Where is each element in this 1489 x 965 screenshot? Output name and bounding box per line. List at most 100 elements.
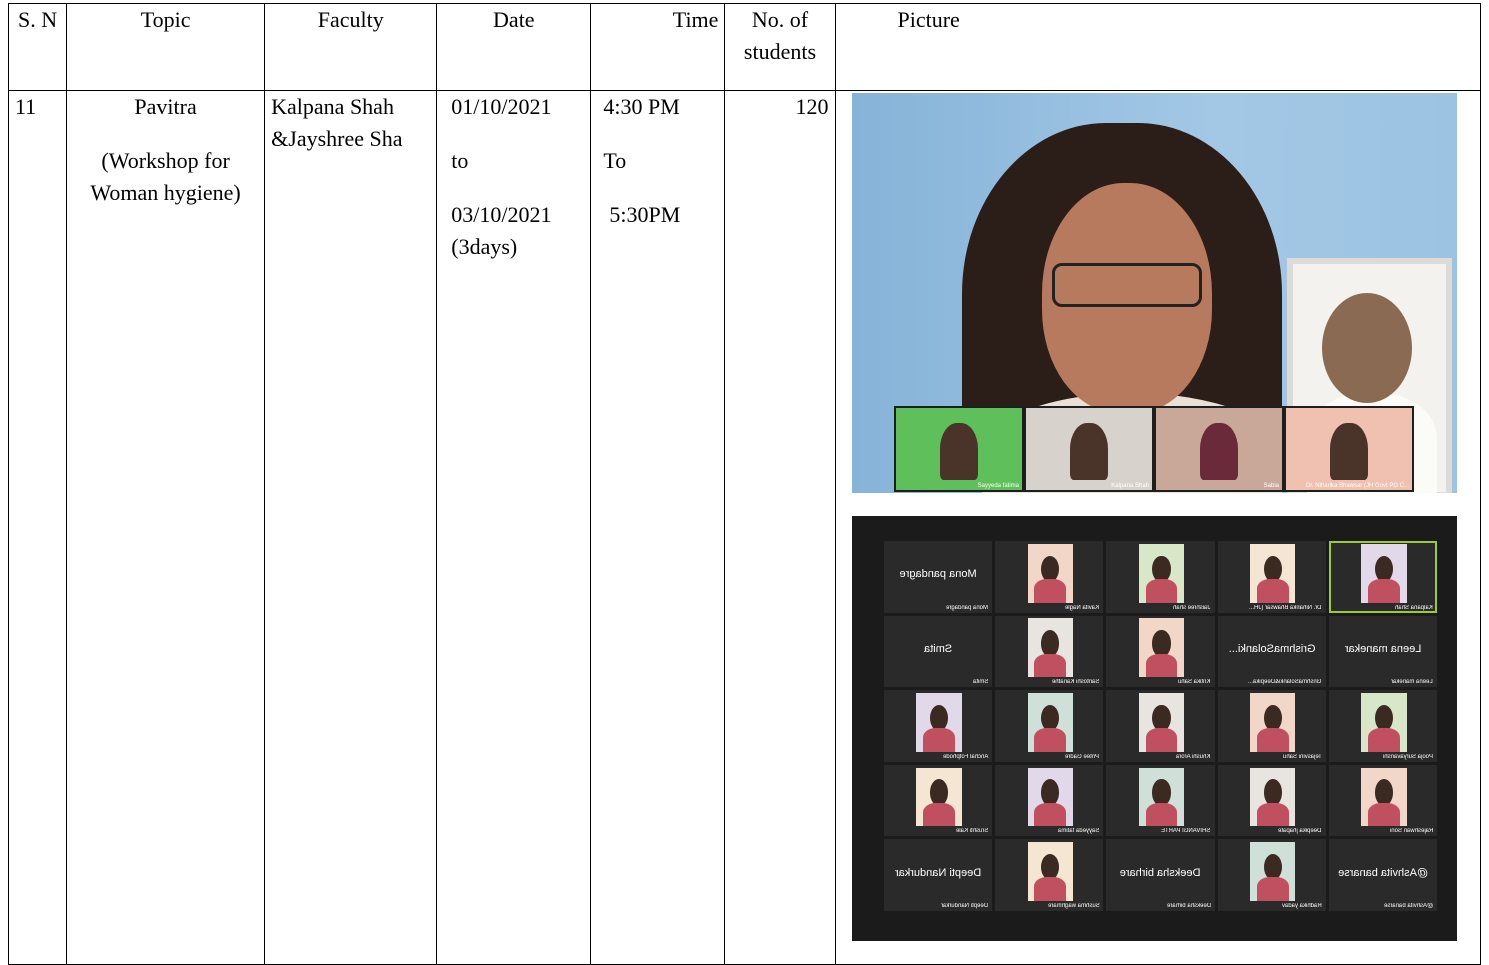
participant-head — [1374, 779, 1394, 806]
participant-video — [1027, 618, 1074, 678]
gallery-cell: Tejasvini Sahu — [1217, 690, 1326, 762]
participant-head — [1041, 779, 1060, 806]
participant-head — [1263, 779, 1282, 806]
gallery-cell: Kritika Sahu — [1106, 615, 1215, 688]
strip-tile-name: Dr. Niharika Bhawsar (JH Govt PG C... — [1305, 483, 1409, 489]
gallery-cell: Pritee Gadre — [995, 690, 1104, 762]
gallery-cell-name: Santoshi Kanathe — [1052, 679, 1100, 686]
gallery-cell-name: Khushi Arora — [1176, 753, 1211, 760]
strip-tile: Sabia — [1156, 408, 1282, 490]
gallery-cell: Sayyeda fatima — [995, 764, 1104, 837]
gallery-cell-name: Srushti Kale — [955, 828, 989, 835]
participant-body — [1034, 653, 1067, 678]
cell-sn: 11 — [7, 90, 68, 965]
gallery-cell-name: Kritika Sahu — [1178, 679, 1211, 686]
gallery-cell-name: Pritee Gadre — [1065, 753, 1100, 760]
participant-video — [1027, 842, 1074, 901]
participant-head — [1263, 853, 1282, 881]
participant-head — [1152, 630, 1171, 657]
participant-head — [1041, 853, 1060, 881]
gallery-cell: SHIVANGI PARTE — [1106, 764, 1215, 837]
workshop-photo-presenter: Sayyeda fatima Kalpana Shah Sabia Dr. Ni… — [852, 93, 1457, 493]
gallery-cell: Jaishree shah — [1106, 541, 1215, 613]
time-to: 5:30PM — [609, 202, 681, 227]
header-date: Date — [436, 3, 592, 91]
participant-head — [1041, 704, 1060, 732]
participant-body — [1034, 802, 1067, 827]
gallery-cell-display-name: Smita — [924, 642, 953, 655]
gallery-cell: Rajeshwari Soni — [1328, 764, 1437, 837]
gallery-grid: Mona pandagre Mona pandagre Kavita Nagle Ja… — [884, 541, 1437, 911]
cell-faculty: Kalpana Shah &Jayshree Sha — [264, 90, 438, 965]
gallery-cell-display-name: Leena manekar — [1344, 642, 1422, 655]
gallery-cell-name: Pooja Suryavanshi — [1382, 753, 1433, 760]
participant-video — [1250, 842, 1296, 901]
participant-body — [1034, 579, 1067, 603]
time-from: 4:30 PM — [603, 94, 680, 119]
gallery-cell: Radhika yadav — [1217, 839, 1326, 911]
gallery-cell-name: Deepti Nandurkar — [941, 902, 989, 909]
gallery-cell: Sushma waghmare — [995, 839, 1104, 911]
presenter-glasses — [1052, 263, 1202, 307]
participant-video — [916, 767, 962, 827]
participant-head — [1152, 555, 1171, 582]
participant-head — [1263, 704, 1282, 732]
participant-body — [1145, 802, 1178, 827]
participant-video — [1138, 543, 1185, 603]
faculty-line2: &Jayshree Sha — [271, 126, 403, 151]
participant-head — [1041, 555, 1060, 582]
participant-thumb — [1070, 422, 1108, 481]
gallery-cell: @Ashvita banarse @Ashvita banarse — [1328, 839, 1437, 911]
participant-video — [1361, 693, 1407, 752]
cell-topic: Pavitra (Workshop for Woman hygiene) — [66, 90, 266, 965]
participant-body — [1145, 579, 1178, 603]
participant-thumb — [1200, 422, 1238, 481]
date-days: (3days) — [451, 234, 518, 259]
participant-body — [1368, 802, 1400, 827]
participant-head — [1152, 779, 1171, 806]
gallery-cell-name: Leena manekar — [1391, 679, 1433, 686]
header-sn: S. N — [7, 3, 68, 91]
header-students-line2: students — [743, 39, 817, 64]
participant-body — [1145, 653, 1178, 678]
gallery-cell-name: Deeksha birhare — [1166, 902, 1211, 909]
participant-body — [1368, 728, 1400, 752]
cell-date: 01/10/2021 to 03/10/2021 (3days) — [436, 90, 592, 965]
topic-sub-line1: (Workshop for — [101, 148, 230, 173]
participant-head — [1152, 704, 1171, 732]
gallery-cell: Kavita Nagle — [995, 541, 1104, 613]
participant-video — [1027, 693, 1074, 752]
gallery-cell-display-name: @Ashvita banarse — [1337, 866, 1428, 879]
cell-students: 120 — [724, 90, 836, 965]
participant-head — [930, 779, 949, 806]
header-topic: Topic — [66, 3, 266, 91]
topic-sub-line2: Woman hygiene) — [90, 180, 241, 205]
header-students-line1: No. of — [751, 7, 809, 32]
participant-video — [1250, 767, 1296, 827]
header-time: Time — [590, 3, 726, 91]
participant-body — [1256, 877, 1289, 901]
participant-body — [1256, 579, 1289, 603]
gallery-cell-display-name: Mona pandagre — [899, 568, 977, 581]
gallery-cell-name: @Ashvita banarse — [1383, 902, 1433, 909]
portrait-figure-head — [1322, 293, 1412, 403]
participant-video — [1138, 767, 1185, 827]
participant-video — [1138, 618, 1185, 678]
time-to-word: To — [603, 148, 627, 173]
date-to-word: to — [451, 148, 469, 173]
gallery-cell: Pooja Suryavanshi — [1328, 690, 1437, 762]
date-to: 03/10/2021 — [451, 202, 552, 227]
gallery-cell-name: Jaishree shah — [1173, 604, 1211, 611]
gallery-cell: Srushti Kale — [884, 764, 993, 837]
participant-thumb — [940, 422, 978, 481]
participant-head — [930, 704, 949, 732]
participant-body — [1256, 802, 1289, 827]
gallery-cell: Deepti Nandurkar Deepti Nandurkar — [884, 839, 993, 911]
header-faculty: Faculty — [264, 3, 438, 91]
gallery-cell: GrishmaSolanki... GrishmaSolanki&Deepika.… — [1217, 615, 1326, 688]
gallery-cell-name: Sayyeda fatima — [1058, 828, 1100, 835]
gallery-cell: Deeksha birhare Deeksha birhare — [1106, 839, 1215, 911]
gallery-cell: Dr. Niharika Bhawsar (JH... — [1217, 541, 1326, 613]
header-row: S. N Topic Faculty Date Time No. of stud… — [7, 3, 1481, 91]
cell-time: 4:30 PM To 5:30PM — [590, 90, 726, 965]
